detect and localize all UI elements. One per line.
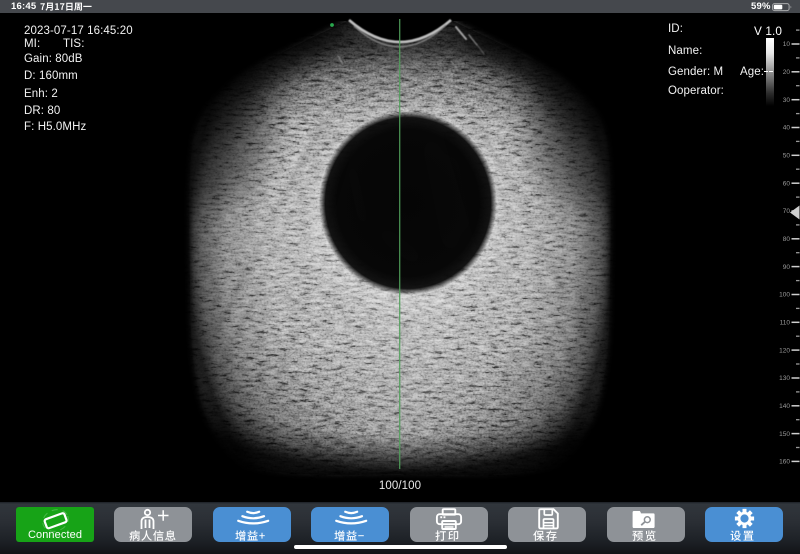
svg-text:80: 80 <box>783 236 791 243</box>
svg-text:160: 160 <box>779 459 790 466</box>
svg-text:40: 40 <box>783 125 791 132</box>
svg-text:130: 130 <box>779 375 790 382</box>
svg-text:50: 50 <box>783 153 791 160</box>
svg-text:90: 90 <box>783 264 791 271</box>
svg-text:70: 70 <box>783 208 791 215</box>
svg-text:30: 30 <box>783 97 791 104</box>
svg-text:120: 120 <box>779 347 790 354</box>
svg-text:60: 60 <box>783 180 791 187</box>
svg-text:10: 10 <box>783 41 791 48</box>
svg-text:100: 100 <box>779 292 790 299</box>
svg-text:110: 110 <box>780 320 791 327</box>
svg-text:140: 140 <box>779 403 790 410</box>
svg-text:150: 150 <box>779 431 790 438</box>
svg-text:20: 20 <box>783 69 791 76</box>
